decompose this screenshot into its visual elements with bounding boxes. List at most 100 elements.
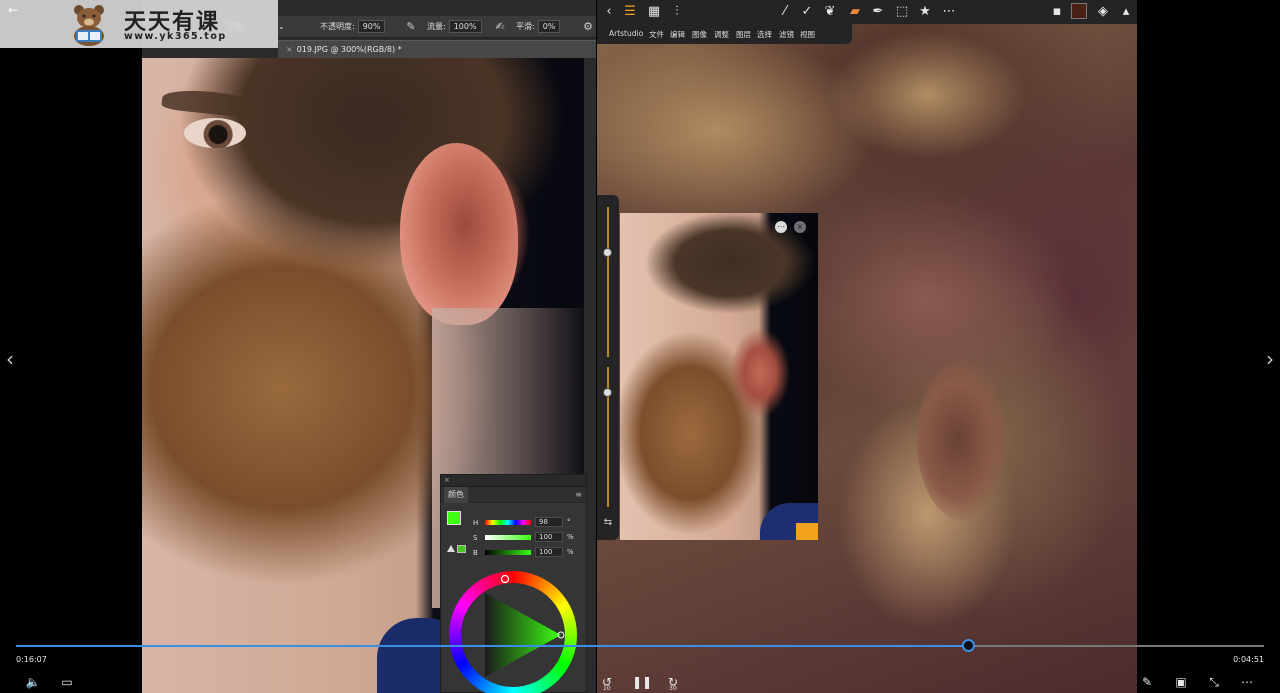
selection-icon[interactable]: ⬚ bbox=[893, 3, 911, 21]
watermark-banner: 天天有课 www.yk365.top ← bbox=[0, 0, 278, 48]
watermark-url: www.yk365.top bbox=[124, 31, 227, 42]
brush-size-slider[interactable] bbox=[607, 207, 609, 357]
artstudio-window: ‹ ☰ ▦ ⫶ ⁄ ✓ ❦ ▰ ✒ ⬚ ★ ⋯ ▪ ◈ ▴ Artstudio … bbox=[597, 0, 1137, 693]
flow-label: 流量: bbox=[427, 22, 446, 31]
fill-icon[interactable]: ❦ bbox=[821, 3, 839, 21]
menu-adjust[interactable]: 调整 bbox=[714, 29, 729, 40]
brightness-unit: % bbox=[567, 548, 574, 556]
eraser-icon[interactable]: ▰ bbox=[846, 3, 864, 21]
opacity-label: 不透明度: bbox=[320, 22, 355, 31]
progress-bar[interactable] bbox=[16, 639, 1264, 652]
flow-control[interactable]: 流量: 100% bbox=[427, 20, 482, 34]
ps-color-panel: × 颜色 ≡ H 98 ° S 100 % B 100 % bbox=[440, 474, 587, 693]
player-back-icon[interactable]: ← bbox=[8, 3, 24, 17]
tab-color[interactable]: 颜色 bbox=[444, 487, 468, 503]
panel-menu-icon[interactable]: ≡ bbox=[575, 490, 582, 499]
expand-icon[interactable]: ▴ bbox=[1117, 3, 1135, 21]
saturation-row: S 100 % bbox=[473, 532, 585, 543]
hue-value-input[interactable]: 98 bbox=[535, 517, 563, 527]
reference-shirt-stripe bbox=[796, 523, 818, 540]
subtitles-icon[interactable]: ▭ bbox=[58, 674, 76, 690]
smudge-icon[interactable]: ✓ bbox=[798, 3, 816, 21]
color-triangle[interactable] bbox=[449, 571, 577, 693]
brush-size-knob[interactable] bbox=[603, 248, 612, 257]
menu-artstudio[interactable]: Artstudio bbox=[609, 29, 643, 38]
brightness-value-input[interactable]: 100 bbox=[535, 547, 563, 557]
brush-slider-panel: ⇆ bbox=[597, 195, 619, 540]
star-icon[interactable]: ★ bbox=[916, 3, 934, 21]
smoothing-settings-gear-icon[interactable]: ⚙ bbox=[582, 21, 594, 33]
total-time: 0:04:51 bbox=[1233, 655, 1264, 664]
grid-icon[interactable]: ▦ bbox=[645, 3, 663, 21]
ps-document-tab[interactable]: × 019.JPG @ 300%(RGB/8) * bbox=[278, 40, 596, 58]
back-icon[interactable]: ‹ bbox=[600, 3, 618, 21]
forward-label: 30 bbox=[669, 685, 677, 692]
menu-select[interactable]: 选择 bbox=[757, 29, 772, 40]
menu-filter[interactable]: 滤镜 bbox=[779, 29, 794, 40]
color-wheel[interactable] bbox=[449, 571, 577, 693]
airbrush-icon[interactable]: ✍ bbox=[494, 21, 506, 33]
hue-slider[interactable] bbox=[485, 520, 531, 525]
menu-image[interactable]: 图像 bbox=[692, 29, 707, 40]
brightness-label: B bbox=[473, 549, 478, 557]
current-time: 0:16:07 bbox=[16, 655, 47, 664]
picture-in-picture-icon[interactable]: ▣ bbox=[1172, 674, 1190, 690]
saturation-label: S bbox=[473, 534, 478, 542]
brush-opacity-knob[interactable] bbox=[603, 388, 612, 397]
gamut-correction-swatch[interactable] bbox=[457, 545, 466, 553]
reference-image[interactable]: ⋯ × bbox=[620, 213, 818, 540]
more-options-icon[interactable]: ⋯ bbox=[1238, 674, 1256, 690]
color-panel-header[interactable]: × bbox=[441, 475, 586, 487]
active-color-chip[interactable] bbox=[1071, 3, 1087, 19]
menu-view[interactable]: 视图 bbox=[800, 29, 815, 40]
out-of-gamut-warning-icon[interactable] bbox=[447, 545, 455, 552]
opacity-control[interactable]: 不透明度: 90% bbox=[320, 20, 386, 34]
saturation-slider[interactable] bbox=[485, 535, 531, 540]
menu-layers[interactable]: 图层 bbox=[736, 29, 751, 40]
next-video-chevron-icon[interactable]: › bbox=[1263, 348, 1277, 370]
smoothing-label: 平滑: bbox=[516, 22, 535, 31]
bear-logo bbox=[74, 5, 104, 46]
reference-close-icon[interactable]: × bbox=[794, 221, 806, 233]
color-panel-tabs: 颜色 ≡ bbox=[441, 487, 586, 503]
more-icon[interactable]: ⋯ bbox=[940, 3, 958, 21]
hue-row: H 98 ° bbox=[473, 517, 585, 528]
hue-label: H bbox=[473, 519, 479, 527]
layers-icon[interactable]: ◈ bbox=[1094, 3, 1112, 21]
exit-fullscreen-icon[interactable]: ⤡ bbox=[1205, 674, 1223, 690]
close-doc-icon[interactable]: × bbox=[286, 45, 293, 54]
volume-icon[interactable]: 🔈 bbox=[24, 674, 42, 690]
photoshop-window: 正常 ⌄ 不透明度:90% ✎ 流量:100% ✍ 平滑:0% ⚙ ×019.J… bbox=[142, 0, 596, 693]
rewind-button[interactable]: ↺ 10 bbox=[598, 674, 616, 692]
menu-icon[interactable]: ☰ bbox=[621, 3, 639, 21]
flow-value[interactable]: 100% bbox=[448, 20, 482, 33]
pause-button[interactable]: ❚❚ bbox=[632, 674, 652, 690]
annotate-pencil-icon[interactable]: ✎ bbox=[1138, 674, 1156, 690]
artstudio-menubar: Artstudio 文件 编辑 图像 调整 图层 选择 滤镜 视图 bbox=[597, 24, 852, 44]
brightness-slider[interactable] bbox=[485, 550, 531, 555]
pressure-opacity-icon[interactable]: ✎ bbox=[405, 21, 417, 33]
opacity-value[interactable]: 90% bbox=[357, 20, 386, 33]
menu-edit[interactable]: 编辑 bbox=[670, 29, 685, 40]
painting-ear bbox=[917, 360, 1007, 520]
smoothing-value[interactable]: 0% bbox=[537, 20, 561, 33]
saturation-value-input[interactable]: 100 bbox=[535, 532, 563, 542]
brush-size-icon[interactable]: ▪ bbox=[1048, 3, 1066, 21]
canvas-eye bbox=[184, 118, 246, 148]
smoothing-control[interactable]: 平滑: 0% bbox=[516, 20, 561, 34]
slider-settings-icon[interactable]: ⇆ bbox=[601, 517, 615, 529]
foreground-color-swatch[interactable] bbox=[447, 511, 461, 525]
reference-more-icon[interactable]: ⋯ bbox=[775, 221, 787, 233]
forward-button[interactable]: ↻ 30 bbox=[664, 674, 682, 692]
brush-icon[interactable]: ⁄ bbox=[776, 3, 794, 21]
painting-splatter bbox=[827, 30, 1027, 160]
canvas-ear bbox=[400, 143, 518, 325]
adjust-icon[interactable]: ⫶ bbox=[668, 3, 686, 21]
prev-video-chevron-icon[interactable]: ‹ bbox=[3, 348, 17, 370]
color-panel-close-icon[interactable]: × bbox=[444, 476, 450, 484]
hue-unit: ° bbox=[567, 518, 571, 526]
menu-file[interactable]: 文件 bbox=[649, 29, 664, 40]
saturation-unit: % bbox=[567, 533, 574, 541]
eyedropper-icon[interactable]: ✒ bbox=[869, 3, 887, 21]
blend-mode-dropdown-icon[interactable]: ⌄ bbox=[278, 20, 285, 34]
